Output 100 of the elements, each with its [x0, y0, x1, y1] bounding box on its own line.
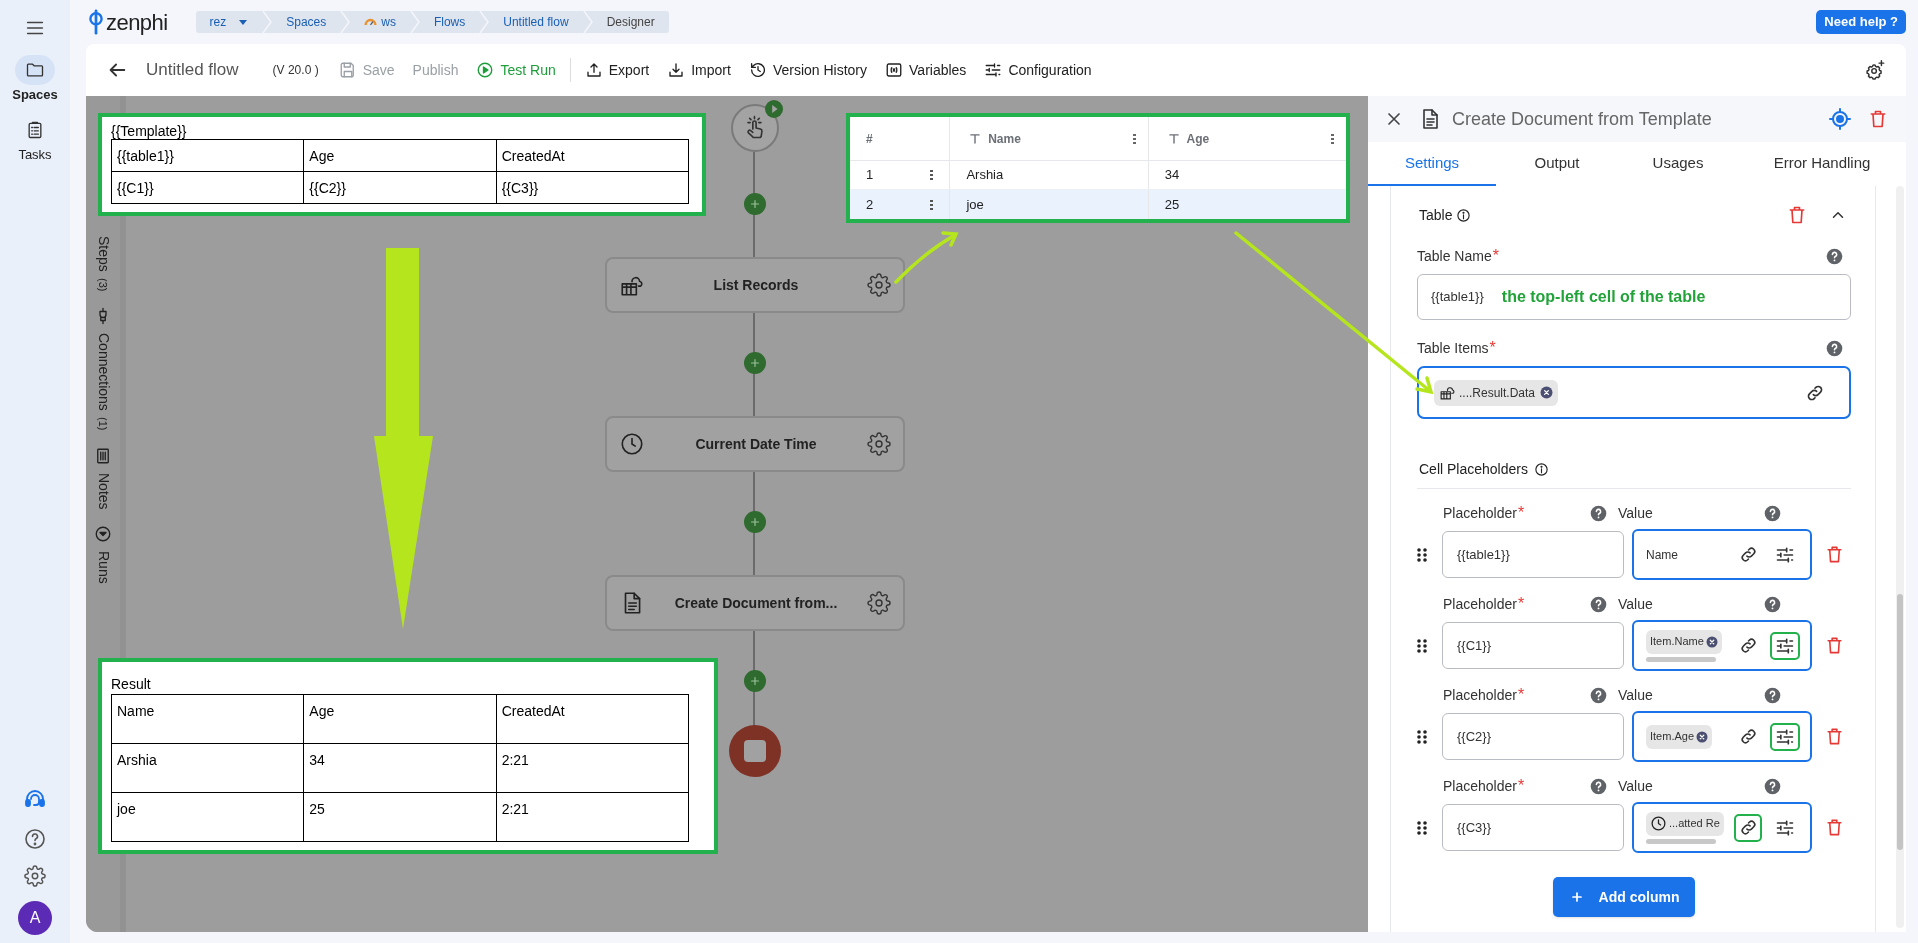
column-header[interactable]: Name	[949, 117, 1148, 160]
input-field[interactable]: Item.Age	[1632, 711, 1812, 762]
settings-icon[interactable]	[1864, 59, 1886, 81]
toolbar-button[interactable]: Import	[667, 59, 731, 81]
text-field[interactable]: {{C2}}	[1442, 713, 1624, 760]
step-node[interactable]: Current Date Time	[605, 416, 905, 472]
kebab-icon[interactable]	[1331, 132, 1334, 145]
field-label: Placeholder	[1443, 503, 1517, 523]
delete-icon[interactable]	[1787, 205, 1807, 225]
panel-tab[interactable]: Usages	[1618, 142, 1738, 186]
section-title: Table	[1419, 205, 1453, 225]
kebab-icon[interactable]	[1132, 132, 1136, 145]
field-value: {{C2}}	[1457, 727, 1491, 746]
toolbar-button[interactable]: Variables	[885, 59, 967, 81]
remove-icon[interactable]	[1540, 386, 1554, 399]
sidebar-item[interactable]: Tasks	[15, 114, 55, 164]
breadcrumb-link[interactable]: Flows	[419, 13, 480, 31]
delete-icon[interactable]	[1825, 727, 1844, 746]
options-button[interactable]	[1770, 722, 1800, 751]
value-chip[interactable]: Item.Name	[1646, 629, 1722, 654]
help-icon[interactable]	[1764, 777, 1781, 795]
kebab-icon[interactable]	[930, 198, 934, 211]
delete-icon[interactable]	[1825, 636, 1844, 655]
table-cell: CreatedAt	[496, 694, 689, 744]
input-field[interactable]: Item.Name	[1632, 620, 1812, 671]
side-tab[interactable]: Connections (1)	[92, 307, 114, 431]
side-tab[interactable]: Notes	[92, 446, 114, 510]
help-button[interactable]: Need help ?	[1816, 10, 1906, 34]
step-node[interactable]: List Records	[605, 257, 905, 313]
drag-handle-icon[interactable]	[1417, 547, 1427, 562]
toolbar-button[interactable]: Version History	[748, 59, 868, 81]
breadcrumb-link[interactable]: ws	[350, 13, 410, 31]
link-icon	[1738, 727, 1758, 746]
plus-icon	[748, 197, 762, 211]
stop-node[interactable]	[729, 725, 781, 777]
settings-icon[interactable]	[24, 865, 46, 887]
breadcrumb-link[interactable]: Untitled flow	[489, 13, 583, 31]
input-field[interactable]: ....Result.Data	[1417, 366, 1851, 419]
target-icon[interactable]	[1828, 107, 1852, 131]
text-field[interactable]: {{C3}}	[1442, 804, 1624, 851]
help-icon[interactable]	[1764, 686, 1781, 704]
drag-handle-icon[interactable]	[1417, 638, 1427, 653]
step-node[interactable]: Create Document from...	[605, 575, 905, 631]
help-icon[interactable]	[1590, 777, 1607, 795]
required-mark: *	[1517, 594, 1525, 614]
help-icon[interactable]	[1826, 247, 1843, 265]
remove-icon[interactable]	[1705, 635, 1718, 648]
breadcrumb-link[interactable]: Spaces	[272, 13, 341, 31]
play-icon	[476, 61, 495, 79]
scrollbar[interactable]	[1646, 838, 1716, 844]
text-field[interactable]: {{table1}} the top-left cell of the table	[1417, 274, 1851, 320]
delete-icon[interactable]	[1825, 818, 1844, 837]
drag-handle-icon[interactable]	[1417, 729, 1427, 744]
help-icon[interactable]	[1590, 686, 1607, 704]
text-type-icon	[1166, 131, 1181, 146]
value-chip[interactable]: ....Result.Data	[1434, 379, 1559, 406]
help-icon[interactable]	[1590, 504, 1607, 522]
options-button[interactable]	[1770, 631, 1800, 660]
scrollbar[interactable]	[1646, 656, 1716, 662]
remove-icon[interactable]	[1696, 730, 1709, 743]
field-label: Placeholder	[1443, 594, 1517, 614]
kebab-icon[interactable]	[930, 169, 934, 181]
delete-icon[interactable]	[1825, 545, 1844, 564]
drag-handle-icon[interactable]	[1417, 820, 1427, 835]
grid-row[interactable]: 2 joe 25	[850, 190, 1346, 219]
text-field[interactable]: {{C1}}	[1442, 622, 1624, 669]
toolbar-button[interactable]: Test Run	[476, 59, 556, 81]
scrollbar[interactable]	[1896, 186, 1904, 928]
breadcrumb-link[interactable]: rez	[195, 13, 263, 31]
delete-icon[interactable]	[1868, 109, 1888, 129]
panel-tab[interactable]: Settings	[1368, 142, 1496, 186]
side-tab[interactable]: Steps (3)	[92, 236, 114, 292]
breadcrumb-link[interactable]: Designer	[592, 13, 669, 31]
help-icon[interactable]	[1590, 595, 1607, 613]
help-icon[interactable]	[1764, 595, 1781, 613]
add-column-button[interactable]: Add column	[1552, 877, 1696, 917]
help-icon[interactable]	[1826, 339, 1843, 357]
help-icon[interactable]	[23, 827, 47, 851]
link-button[interactable]	[1734, 813, 1762, 842]
help-icon[interactable]	[1764, 504, 1781, 522]
avatar[interactable]: A	[18, 901, 52, 935]
field-label: Placeholder	[1443, 685, 1517, 705]
text-field[interactable]: {{table1}}	[1442, 531, 1624, 578]
toolbar-button[interactable]: Configuration	[984, 59, 1092, 81]
value-chip[interactable]: Item.Age	[1646, 724, 1713, 749]
table-cell-text: 25	[1164, 195, 1181, 214]
info-icon	[1533, 462, 1549, 477]
toolbar-button[interactable]: Export	[584, 59, 650, 81]
column-header[interactable]: Age	[1147, 117, 1346, 160]
export-icon	[584, 61, 603, 79]
value-chip[interactable]: ...atted Re	[1646, 811, 1724, 836]
panel-title: Create Document from Template	[1452, 107, 1713, 131]
column-header[interactable]: #	[850, 117, 950, 160]
field-label: Table Items	[1417, 338, 1489, 358]
input-field[interactable]: ...atted Re	[1632, 802, 1812, 853]
input-field[interactable]: Name	[1632, 529, 1812, 580]
side-tab[interactable]: Runs	[92, 525, 114, 584]
notes-icon	[94, 446, 112, 465]
panel-tab[interactable]: Error Handling	[1738, 142, 1906, 186]
panel-tab[interactable]: Output	[1496, 142, 1618, 186]
